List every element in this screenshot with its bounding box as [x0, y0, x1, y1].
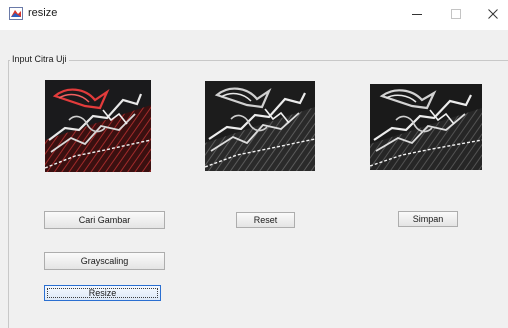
maximize-button[interactable] — [441, 2, 471, 26]
grayscaling-button[interactable]: Grayscaling — [44, 252, 165, 270]
close-button[interactable] — [478, 2, 508, 26]
panel-left-border — [8, 60, 9, 328]
minimize-icon — [412, 14, 422, 15]
resize-button[interactable]: Resize — [44, 285, 161, 301]
resize-button-label: Resize — [88, 288, 117, 298]
grayscale-image — [205, 81, 315, 171]
minimize-button[interactable] — [402, 2, 432, 26]
matlab-figure-icon — [9, 7, 23, 20]
close-icon — [488, 9, 498, 19]
cari-gambar-button[interactable]: Cari Gambar — [44, 211, 165, 229]
window-title: resize — [28, 7, 58, 19]
panel-title: Input Citra Uji — [10, 54, 69, 64]
maximize-icon — [451, 9, 461, 19]
title-bar[interactable]: resize — [0, 0, 508, 30]
app-window: resize Input Citra Uji Cari Gambar Reset… — [0, 0, 508, 328]
resized-image — [370, 84, 482, 170]
original-color-image — [45, 80, 151, 172]
reset-button[interactable]: Reset — [236, 212, 295, 228]
simpan-button[interactable]: Simpan — [398, 211, 458, 227]
